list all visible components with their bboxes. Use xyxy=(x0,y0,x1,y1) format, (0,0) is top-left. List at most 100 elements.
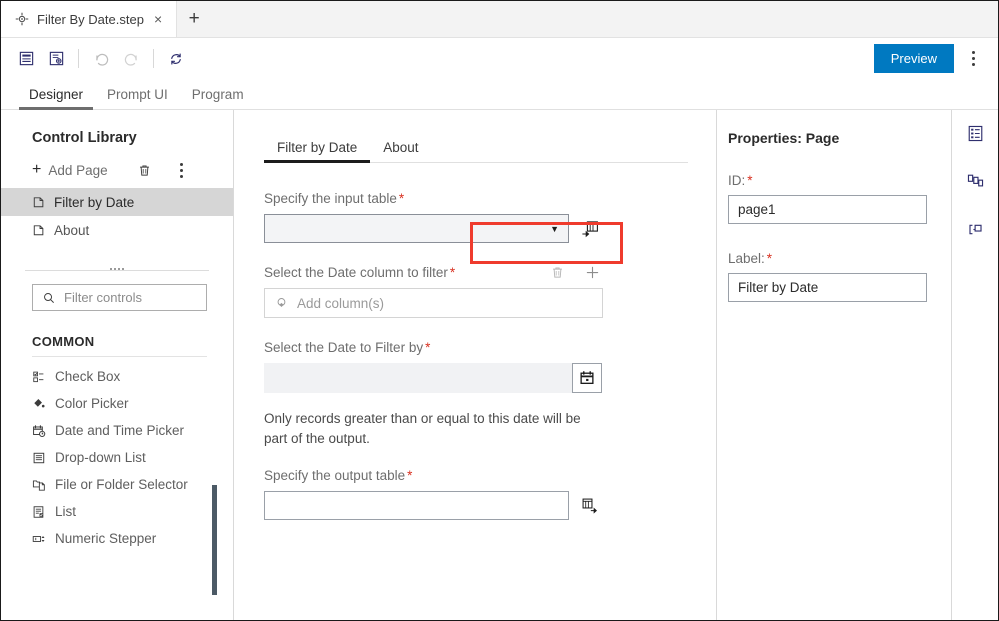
app-logo-icon xyxy=(15,12,29,26)
calendar-icon[interactable] xyxy=(572,363,602,393)
input-table-label-row: Specify the input table * xyxy=(264,191,624,206)
date-input[interactable] xyxy=(264,363,572,393)
id-label-row: ID: * xyxy=(728,173,927,188)
check-box-icon xyxy=(32,370,46,384)
canvas-tab-bar: Filter by Date About xyxy=(264,132,688,163)
properties-list-icon[interactable] xyxy=(961,120,989,146)
control-drop-down-list[interactable]: Drop-down List xyxy=(1,444,233,471)
control-label: Check Box xyxy=(55,369,121,384)
page-more-icon[interactable] xyxy=(179,162,183,178)
label-label-row: Label: * xyxy=(728,251,927,266)
page-icon xyxy=(32,195,46,209)
properties-title: Properties: Page xyxy=(728,130,840,146)
dropdown-list-icon xyxy=(32,451,46,465)
control-label: Color Picker xyxy=(55,396,129,411)
label-label: Label: xyxy=(728,251,765,266)
add-page-button[interactable]: + Add Page xyxy=(32,162,108,178)
output-table-browse-icon[interactable] xyxy=(581,497,598,514)
model-blocks-icon[interactable] xyxy=(961,168,989,194)
control-file-or-folder-selector[interactable]: File or Folder Selector xyxy=(1,471,233,498)
close-icon[interactable]: × xyxy=(152,12,164,26)
output-table-row xyxy=(264,491,624,521)
column-placeholder: Add column(s) xyxy=(297,295,385,311)
undo-icon[interactable] xyxy=(86,45,116,73)
section-tab-bar: Designer Prompt UI Program xyxy=(1,79,998,110)
required-asterisk: * xyxy=(425,340,431,355)
control-label: File or Folder Selector xyxy=(55,477,188,492)
date-label-row: Select the Date to Filter by * xyxy=(264,340,624,355)
panel-icon[interactable] xyxy=(11,45,41,73)
date-label: Select the Date to Filter by xyxy=(264,340,424,355)
chevron-down-icon: ▼ xyxy=(550,223,559,234)
canvas-tab-about[interactable]: About xyxy=(370,132,431,162)
control-list[interactable]: List xyxy=(1,498,233,525)
column-label: Select the Date column to filter xyxy=(264,265,448,280)
label-value: Filter by Date xyxy=(738,280,819,295)
add-column-icon[interactable] xyxy=(585,265,600,280)
control-library-title: Control Library xyxy=(32,130,137,146)
app-window: Filter By Date.step × + Preview Designer… xyxy=(0,0,999,621)
required-asterisk: * xyxy=(747,173,753,188)
control-check-box[interactable]: Check Box xyxy=(1,363,233,390)
input-table-browse-icon[interactable] xyxy=(581,220,599,238)
search-box[interactable] xyxy=(32,284,240,311)
properties-panel: Properties: Page ID: * page1 Label: * Filt… xyxy=(717,110,952,620)
tab-prompt-ui[interactable]: Prompt UI xyxy=(95,79,180,109)
main-body: Control Library + Add Page Filter by Dat… xyxy=(1,110,998,620)
control-numeric-stepper[interactable]: Numeric Stepper xyxy=(1,525,233,552)
list-icon xyxy=(32,505,46,519)
color-picker-icon xyxy=(32,397,46,411)
id-value: page1 xyxy=(738,202,776,217)
preview-button[interactable]: Preview xyxy=(873,44,954,73)
add-page-label: Add Page xyxy=(48,162,108,178)
control-label: Numeric Stepper xyxy=(55,531,157,546)
delete-column-icon[interactable] xyxy=(550,265,565,280)
search-input[interactable] xyxy=(64,290,240,305)
toolbar-divider xyxy=(78,49,79,68)
page-item-label: Filter by Date xyxy=(54,194,135,210)
control-library-panel: Control Library + Add Page Filter by Dat… xyxy=(1,110,240,620)
control-label: Drop-down List xyxy=(55,450,146,465)
calendar-clock-icon xyxy=(32,424,46,438)
browser-tab-strip: Filter By Date.step × + xyxy=(1,1,998,38)
output-table-label: Specify the output table xyxy=(264,468,406,484)
input-table-select[interactable]: ▼ xyxy=(264,214,569,243)
id-label: ID: xyxy=(728,173,746,188)
required-asterisk: * xyxy=(407,468,413,484)
document-tab-title: Filter By Date.step xyxy=(37,11,144,27)
binding-link-icon[interactable] xyxy=(961,216,989,242)
trash-icon[interactable] xyxy=(137,163,152,178)
output-table-label-row: Specify the output table * xyxy=(264,468,624,483)
required-asterisk: * xyxy=(449,265,456,280)
page-toolbar: + Add Page xyxy=(1,146,233,188)
tab-program[interactable]: Program xyxy=(180,79,256,109)
output-table-input[interactable] xyxy=(264,491,569,521)
page-item-filter-by-date[interactable]: Filter by Date xyxy=(1,188,233,216)
refresh-icon[interactable] xyxy=(161,45,191,73)
plus-icon: + xyxy=(32,161,42,178)
tab-designer[interactable]: Designer xyxy=(17,79,95,110)
panel-resize-divider[interactable] xyxy=(25,268,209,271)
page-settings-icon[interactable] xyxy=(41,45,71,73)
document-tab[interactable]: Filter By Date.step × xyxy=(1,1,178,37)
canvas-tab-filter-by-date[interactable]: Filter by Date xyxy=(264,132,371,163)
designer-canvas: Filter by Date About Specify the input t… xyxy=(234,110,717,620)
sidebar-scrollbar-thumb[interactable] xyxy=(212,485,217,595)
control-date-time-picker[interactable]: Date and Time Picker xyxy=(1,417,233,444)
filter-controls-wrap xyxy=(1,271,240,311)
control-color-picker[interactable]: Color Picker xyxy=(1,390,233,417)
label-field[interactable]: Filter by Date xyxy=(728,273,927,302)
date-row xyxy=(264,363,624,393)
column-input[interactable]: Add column(s) xyxy=(264,288,603,318)
page-item-about[interactable]: About xyxy=(1,216,233,244)
id-field[interactable]: page1 xyxy=(728,195,927,224)
toolbar-divider-2 xyxy=(153,49,154,68)
overflow-menu-icon[interactable] xyxy=(960,45,986,73)
form-container: Specify the input table * ▼ Select the D… xyxy=(234,163,624,521)
control-label: List xyxy=(55,504,77,519)
category-heading: COMMON xyxy=(32,334,95,349)
add-column-search-icon xyxy=(275,296,289,310)
redo-icon[interactable] xyxy=(116,45,146,73)
new-tab-button[interactable]: + xyxy=(177,1,211,37)
required-asterisk: * xyxy=(766,251,773,266)
